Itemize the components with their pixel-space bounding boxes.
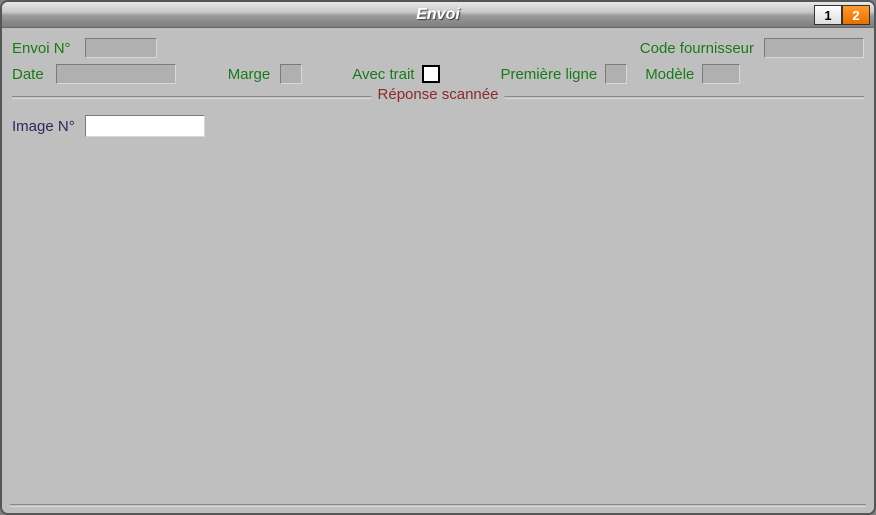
marge-field[interactable] bbox=[280, 64, 302, 84]
image-field[interactable] bbox=[85, 115, 205, 137]
row-1: Envoi N° Code fournisseur bbox=[12, 36, 864, 60]
premiere-ligne-label: Première ligne bbox=[500, 66, 597, 83]
premiere-ligne-field[interactable] bbox=[605, 64, 627, 84]
tab-2[interactable]: 2 bbox=[842, 5, 870, 25]
tab-bar: 1 2 bbox=[814, 5, 870, 25]
section-divider: Réponse scannée bbox=[12, 96, 864, 97]
code-fournisseur-label: Code fournisseur bbox=[640, 40, 754, 57]
envoi-label: Envoi N° bbox=[12, 40, 71, 57]
section-legend: Réponse scannée bbox=[372, 86, 505, 103]
marge-label: Marge bbox=[228, 66, 271, 83]
avec-trait-label: Avec trait bbox=[352, 66, 414, 83]
envoi-field[interactable] bbox=[85, 38, 157, 58]
modele-label: Modèle bbox=[645, 66, 694, 83]
date-label: Date bbox=[12, 66, 44, 83]
code-fournisseur-field[interactable] bbox=[764, 38, 864, 58]
tab-1[interactable]: 1 bbox=[814, 5, 842, 25]
window-envoi: Envoi 1 2 Envoi N° Code fournisseur Date… bbox=[0, 0, 876, 515]
window-title: Envoi bbox=[416, 6, 460, 24]
image-row: Image N° bbox=[12, 115, 864, 137]
reponse-scannee-section: Réponse scannée Image N° bbox=[12, 96, 864, 137]
footer-divider bbox=[10, 504, 866, 505]
content-area: Envoi N° Code fournisseur Date Marge Ave… bbox=[2, 28, 874, 513]
date-field[interactable] bbox=[56, 64, 176, 84]
avec-trait-checkbox[interactable] bbox=[422, 65, 440, 83]
titlebar: Envoi 1 2 bbox=[2, 2, 874, 28]
modele-field[interactable] bbox=[702, 64, 740, 84]
image-label: Image N° bbox=[12, 118, 75, 135]
row-2: Date Marge Avec trait Première ligne Mod… bbox=[12, 62, 864, 86]
